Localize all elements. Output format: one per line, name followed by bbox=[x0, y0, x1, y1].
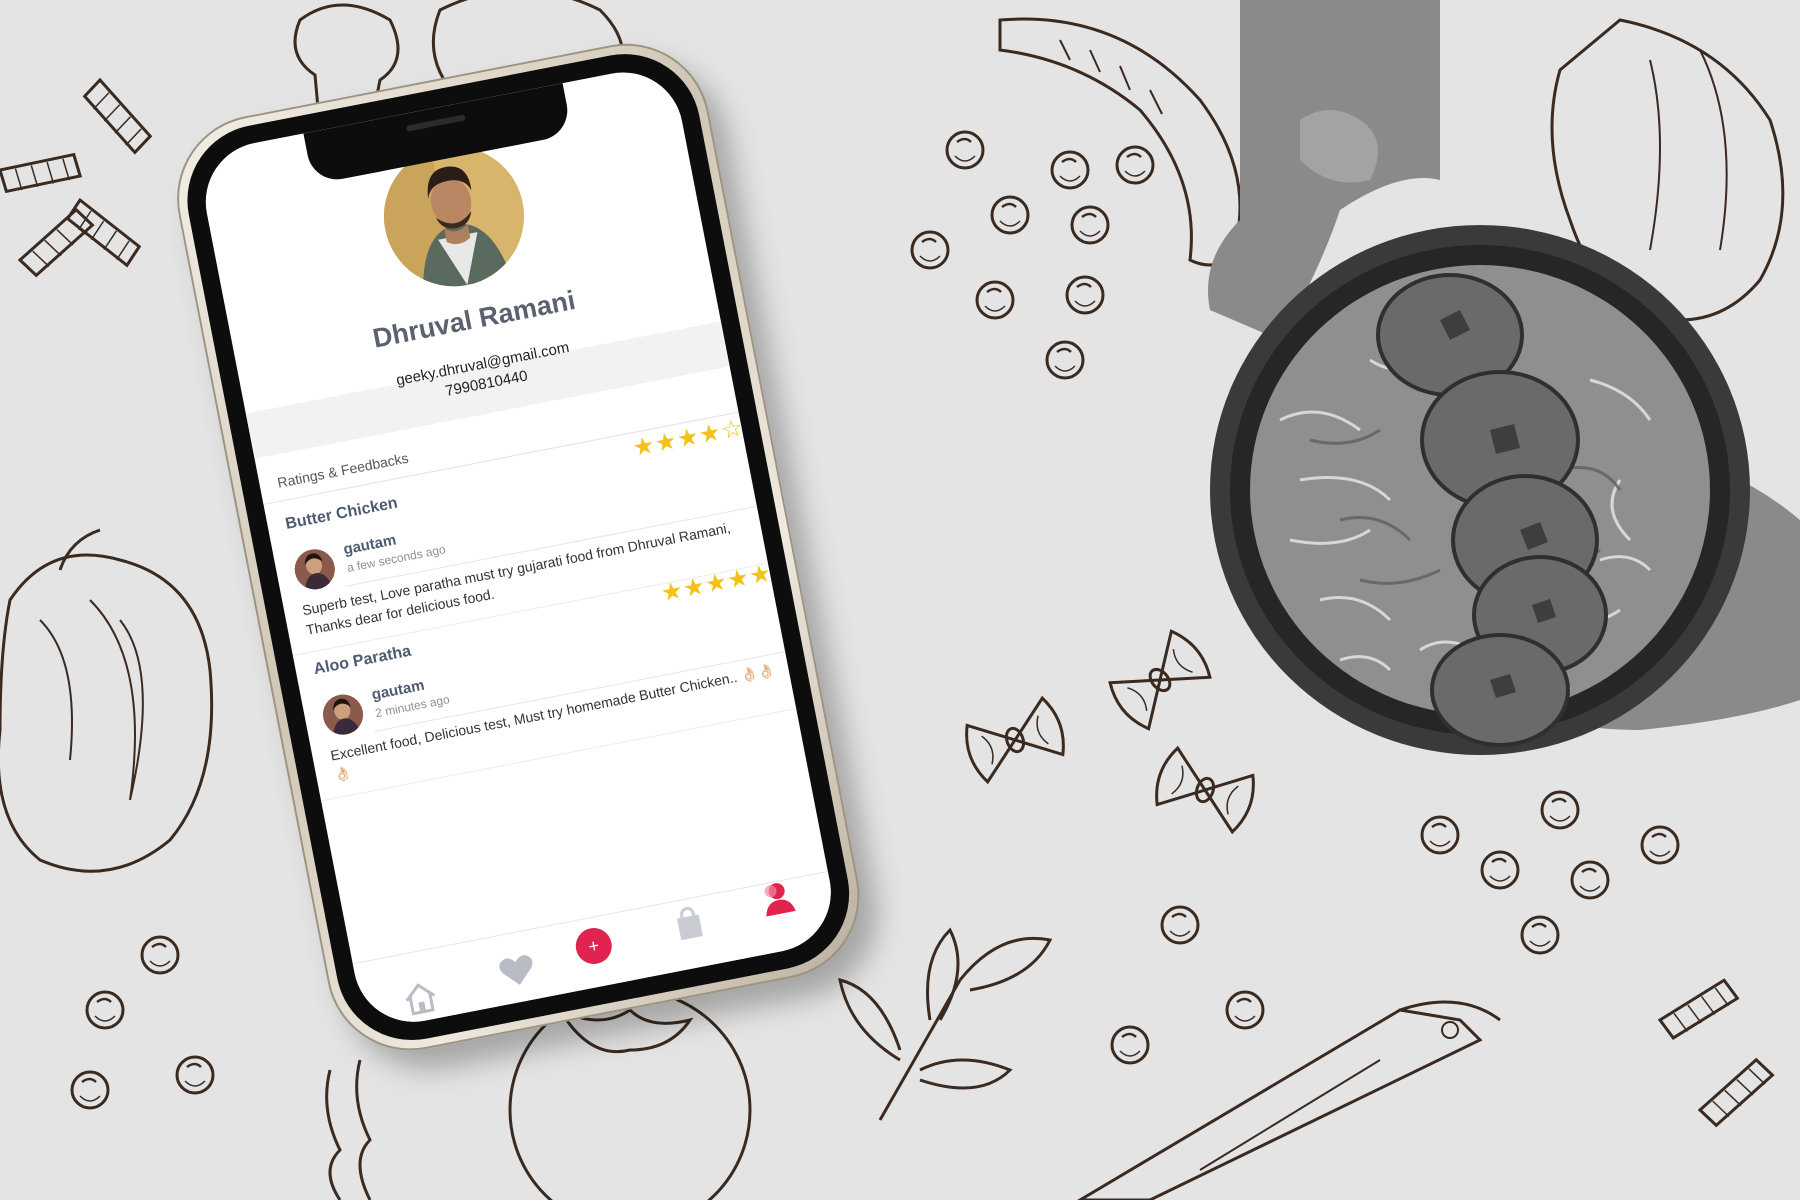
add-icon[interactable]: + bbox=[572, 924, 620, 971]
review-dish-name[interactable]: Butter Chicken bbox=[284, 494, 399, 533]
reviewer-avatar[interactable] bbox=[319, 691, 367, 739]
profile-icon[interactable] bbox=[755, 875, 802, 922]
heart-icon[interactable] bbox=[494, 948, 541, 995]
review-text: Excellent food, Delicious test, Must try… bbox=[329, 661, 777, 784]
home-icon[interactable] bbox=[397, 975, 444, 1022]
add-button[interactable]: + bbox=[572, 924, 615, 968]
salad-bowl-photo bbox=[1208, 0, 1800, 755]
ratings-section-title: Ratings & Feedbacks bbox=[276, 449, 410, 491]
speaker-grille bbox=[405, 114, 466, 132]
scene: ••• Dhruval Ramani geeky.dhruval@gmail.c… bbox=[0, 0, 1800, 1200]
bag-icon[interactable] bbox=[666, 900, 713, 947]
reviewer-avatar[interactable] bbox=[291, 545, 339, 593]
